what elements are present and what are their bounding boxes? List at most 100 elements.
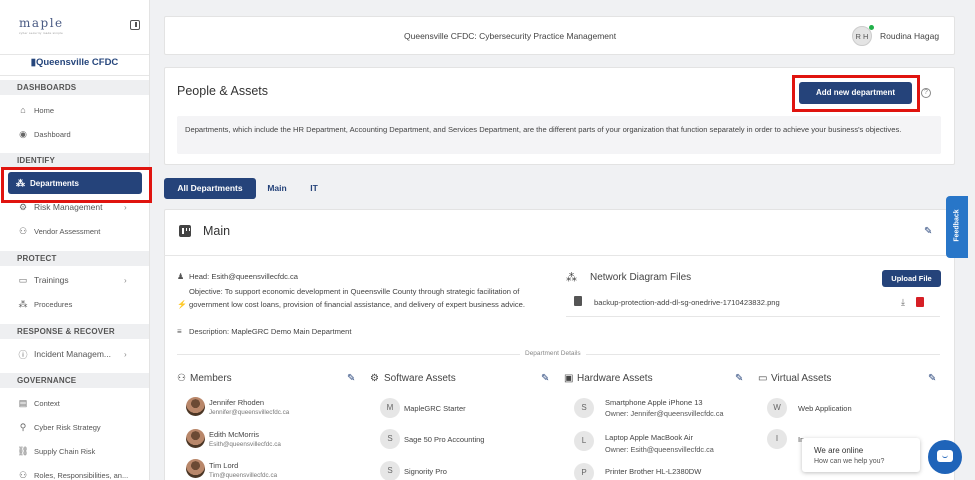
highlight-departments bbox=[1, 167, 152, 203]
nav-context[interactable]: ▤ Context bbox=[17, 396, 60, 410]
virtual-initial: W bbox=[767, 398, 787, 418]
network-icon: ⁂ bbox=[566, 272, 577, 284]
edit-department-icon[interactable]: ✎ bbox=[924, 226, 932, 237]
file-divider bbox=[566, 316, 940, 317]
software-icon: ⚙ bbox=[370, 373, 379, 384]
page-title: People & Assets bbox=[177, 84, 269, 98]
edit-software-icon[interactable]: ✎ bbox=[541, 373, 549, 384]
dashboard-icon: ◉ bbox=[19, 128, 27, 139]
incident-icon: ⓘ bbox=[18, 349, 28, 360]
network-diagram-title: Network Diagram Files bbox=[590, 272, 692, 283]
edit-hardware-icon[interactable]: ✎ bbox=[735, 373, 743, 384]
member-email: Jennifer@queensvillecfdc.ca bbox=[209, 409, 290, 416]
logo-tagline: cyber security made simple bbox=[19, 31, 64, 35]
software-initial: S bbox=[380, 461, 400, 480]
trainings-icon: ▭ bbox=[18, 274, 28, 285]
file-icon bbox=[574, 296, 582, 306]
vendor-icon: ⚇ bbox=[18, 225, 28, 236]
nav-vendor-assessment[interactable]: ⚇ Vendor Assessment bbox=[17, 224, 100, 238]
highlight-add-department bbox=[792, 75, 920, 112]
member-name: Edith McMorris bbox=[209, 430, 260, 439]
maple-logo[interactable]: maple bbox=[19, 16, 64, 30]
edit-virtual-icon[interactable]: ✎ bbox=[928, 373, 936, 384]
hardware-icon: ▣ bbox=[564, 373, 574, 384]
nav-vendor-label: Vendor Assessment bbox=[34, 226, 101, 236]
edit-members-icon[interactable]: ✎ bbox=[347, 373, 355, 384]
monitor-icon: ▭ bbox=[758, 373, 768, 384]
chat-popup[interactable] bbox=[802, 438, 920, 472]
sidebar: maple cyber security made simple ▮Queens… bbox=[0, 0, 150, 480]
help-icon[interactable]: ? bbox=[921, 88, 931, 98]
software-name: Signority Pro bbox=[404, 467, 447, 476]
strategy-icon: ⚲ bbox=[19, 421, 27, 432]
member-avatar bbox=[186, 397, 205, 416]
member-name: Tim Lord bbox=[209, 461, 239, 470]
context-icon: ▤ bbox=[18, 397, 28, 408]
nav-context-label: Context bbox=[34, 398, 60, 408]
user-name[interactable]: Roudina Hagag bbox=[880, 31, 939, 41]
person-icon: ♟ bbox=[177, 272, 185, 281]
tab-all-departments[interactable]: All Departments bbox=[164, 178, 256, 199]
hardware-initial: P bbox=[574, 463, 594, 480]
virtual-initial: I bbox=[767, 429, 787, 449]
hardware-initial: L bbox=[574, 431, 594, 451]
bolt-icon: ⚡ bbox=[177, 300, 187, 309]
hardware-name: Printer Brother HL-L2380DW bbox=[605, 467, 702, 476]
page-description: Departments, which include the HR Depart… bbox=[185, 125, 902, 134]
department-board-icon bbox=[179, 225, 191, 237]
nav-home-label: Home bbox=[34, 105, 55, 115]
member-email: Esith@queensvillecfdc.ca bbox=[209, 441, 281, 448]
nav-incident-management[interactable]: ⓘ Incident Managem... › bbox=[17, 347, 126, 361]
section-identify: IDENTIFY bbox=[0, 153, 149, 168]
upload-file-button[interactable]: Upload File bbox=[882, 270, 941, 287]
section-governance: GOVERNANCE bbox=[0, 373, 149, 388]
download-icon[interactable]: ⤓ bbox=[901, 297, 905, 308]
network-file-name[interactable]: backup-protection-add-dl-sg-onedrive-171… bbox=[594, 298, 780, 307]
nav-procedures[interactable]: ⁂ Procedures bbox=[17, 297, 73, 311]
tab-it[interactable]: IT bbox=[304, 178, 324, 199]
nav-procedures-label: Procedures bbox=[34, 299, 73, 309]
collapse-sidebar-icon[interactable] bbox=[130, 20, 140, 30]
org-selector[interactable]: ▮Queensville CFDC bbox=[0, 54, 149, 76]
department-description: ≡ Description: MapleGRC Demo Main Departm… bbox=[177, 326, 549, 339]
delete-icon[interactable] bbox=[916, 297, 924, 307]
chat-icon[interactable] bbox=[928, 440, 962, 474]
feedback-label: Feedback bbox=[953, 209, 961, 242]
members-icon: ⚇ bbox=[177, 373, 186, 384]
nav-dashboard-label: Dashboard bbox=[34, 129, 71, 139]
nav-cyber-label: Cyber Risk Strategy bbox=[34, 422, 101, 432]
department-objective-text: Objective: To support economic developme… bbox=[189, 287, 525, 309]
software-name: Sage 50 Pro Accounting bbox=[404, 435, 485, 444]
nav-cyber-risk-strategy[interactable]: ⚲ Cyber Risk Strategy bbox=[17, 420, 101, 434]
department-objective: ⚡ Objective: To support economic developm… bbox=[177, 286, 551, 311]
members-title: Members bbox=[190, 373, 232, 384]
nav-supply-chain-risk[interactable]: ⛓ Supply Chain Risk bbox=[17, 444, 95, 458]
lines-icon: ≡ bbox=[177, 327, 182, 336]
section-dashboards: DASHBOARDS bbox=[0, 80, 149, 95]
software-initial: S bbox=[380, 429, 400, 449]
nav-supply-label: Supply Chain Risk bbox=[34, 446, 96, 456]
risk-icon: ⚙ bbox=[18, 201, 28, 212]
section-response-recover: RESPONSE & RECOVER bbox=[0, 324, 149, 339]
nav-trainings[interactable]: ▭ Trainings › bbox=[17, 273, 127, 287]
hardware-title: Hardware Assets bbox=[577, 373, 653, 384]
hardware-name: Laptop Apple MacBook Air bbox=[605, 433, 693, 442]
chevron-right-icon: › bbox=[124, 349, 127, 359]
nav-dashboard[interactable]: ◉ Dashboard bbox=[17, 127, 71, 141]
member-avatar bbox=[186, 459, 205, 478]
nav-home[interactable]: ⌂ Home bbox=[17, 103, 54, 117]
department-head: ♟ Head: Esith@queensvillecfdc.ca bbox=[177, 271, 549, 284]
app-root: maple cyber security made simple ▮Queens… bbox=[0, 0, 975, 480]
home-icon: ⌂ bbox=[20, 105, 26, 115]
software-title: Software Assets bbox=[384, 373, 456, 384]
software-name: MapleGRC Starter bbox=[404, 404, 466, 413]
hardware-owner: Owner: Esith@queensvillecfdc.ca bbox=[605, 445, 714, 454]
chevron-right-icon: › bbox=[124, 275, 127, 285]
nav-trainings-label: Trainings bbox=[34, 275, 69, 285]
nav-roles[interactable]: ⚇ Roles, Responsibilities, an... bbox=[17, 468, 128, 480]
tab-main[interactable]: Main bbox=[262, 178, 292, 199]
department-details-label: Department Details bbox=[520, 350, 586, 357]
feedback-tab[interactable]: Feedback bbox=[946, 196, 968, 258]
virtual-title: Virtual Assets bbox=[771, 373, 832, 384]
org-name: Queensville CFDC bbox=[35, 57, 119, 68]
